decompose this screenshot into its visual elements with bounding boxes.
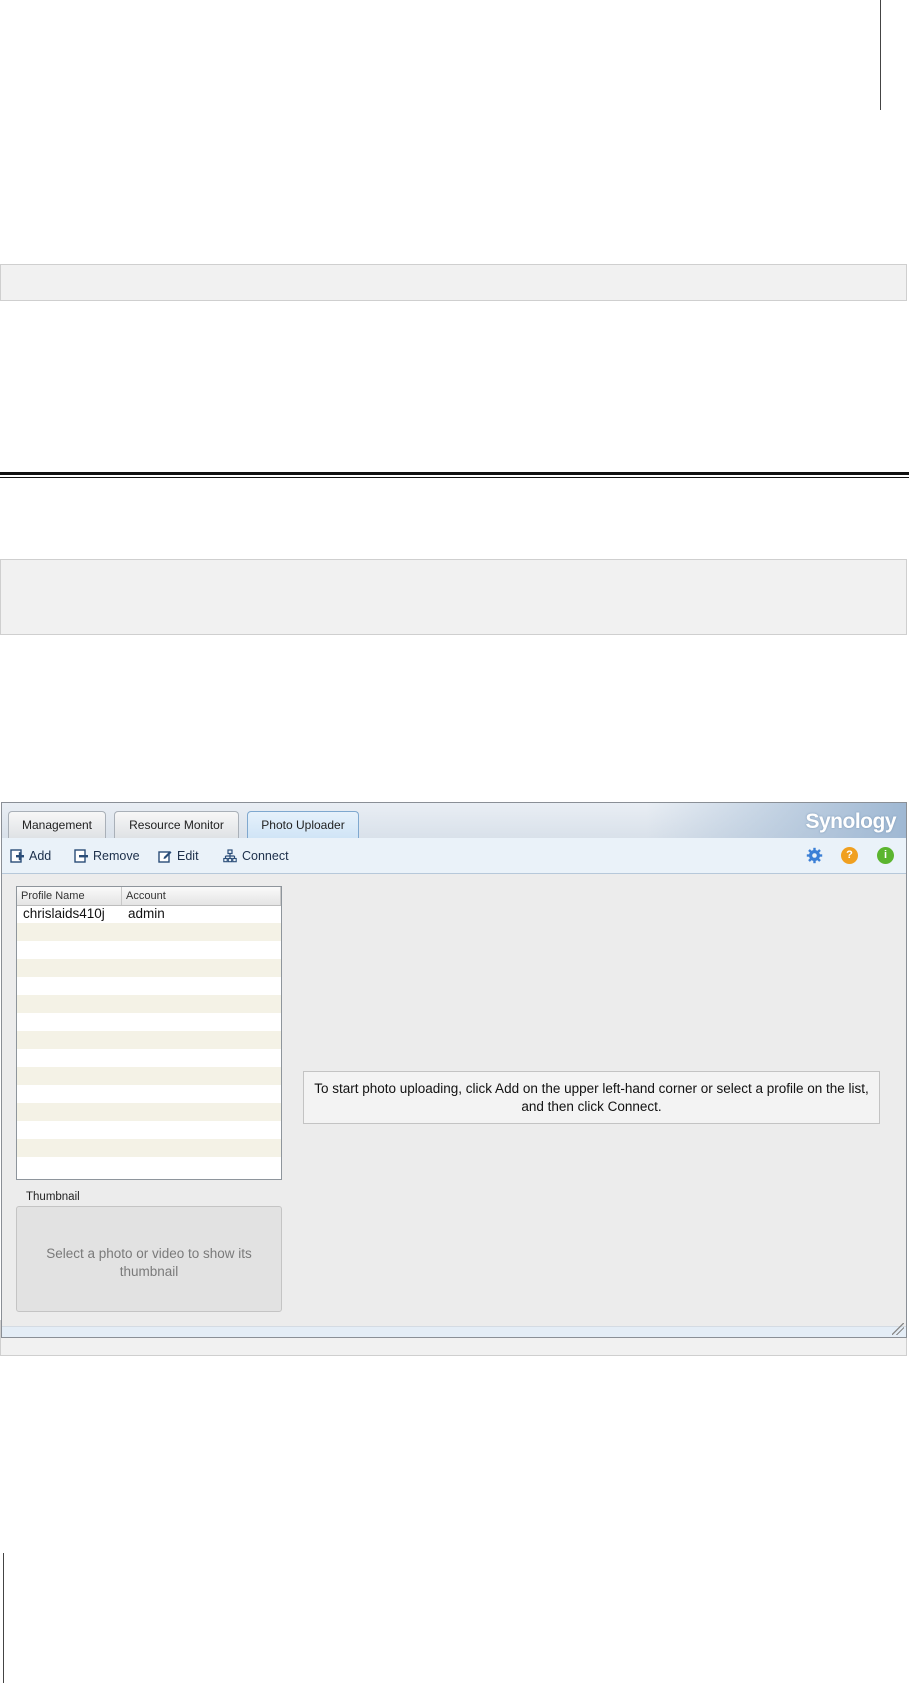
edit-icon <box>158 849 172 863</box>
page-edge-line <box>3 1553 4 1683</box>
add-icon <box>10 849 24 863</box>
table-row <box>17 1049 281 1067</box>
table-row <box>17 1157 281 1175</box>
tab-photo-uploader[interactable]: Photo Uploader <box>247 811 359 839</box>
profile-name-cell: chrislaids410j <box>23 906 105 921</box>
settings-gear-icon[interactable] <box>806 847 823 864</box>
placeholder-box <box>0 264 907 301</box>
page-edge-line <box>880 0 881 110</box>
synology-logo: Synology <box>805 810 896 833</box>
status-bar <box>2 1326 906 1337</box>
table-row <box>17 1031 281 1049</box>
remove-icon <box>74 849 88 863</box>
thumbnail-panel: Select a photo or video to show its thum… <box>16 1206 282 1312</box>
table-row <box>17 995 281 1013</box>
tab-management[interactable]: Management <box>8 811 106 838</box>
profile-list[interactable]: Profile Name Account chrislaids410j admi… <box>16 886 282 1180</box>
remove-label: Remove <box>93 849 140 863</box>
thumbnail-label: Thumbnail <box>26 1191 80 1203</box>
table-row[interactable]: chrislaids410j admin <box>17 905 281 923</box>
table-row <box>17 941 281 959</box>
info-icon[interactable]: i <box>877 847 894 864</box>
help-icon[interactable]: ? <box>841 847 858 864</box>
section-divider <box>0 472 909 475</box>
table-row <box>17 959 281 977</box>
resize-grip-icon[interactable] <box>892 1323 904 1335</box>
table-row <box>17 1085 281 1103</box>
table-row <box>17 977 281 995</box>
list-header: Profile Name Account <box>17 887 281 906</box>
column-account[interactable]: Account <box>122 887 281 905</box>
connect-button[interactable]: Connect <box>223 847 289 865</box>
tab-bar: Management Resource Monitor Photo Upload… <box>2 803 906 839</box>
account-cell: admin <box>128 906 165 921</box>
table-row <box>17 1121 281 1139</box>
edit-label: Edit <box>177 849 199 863</box>
table-row <box>17 1067 281 1085</box>
table-row <box>17 1013 281 1031</box>
table-row <box>17 1103 281 1121</box>
column-profile-name[interactable]: Profile Name <box>17 887 122 905</box>
instruction-message: To start photo uploading, click Add on t… <box>303 1071 880 1124</box>
table-row <box>17 1139 281 1157</box>
network-icon <box>223 849 237 863</box>
add-label: Add <box>29 849 52 863</box>
edit-button[interactable]: Edit <box>158 847 199 865</box>
placeholder-box <box>0 559 907 635</box>
thumbnail-placeholder: Select a photo or video to show its thum… <box>46 1246 252 1279</box>
remove-button[interactable]: Remove <box>74 847 140 865</box>
table-row <box>17 923 281 941</box>
photo-uploader-window: Management Resource Monitor Photo Upload… <box>1 802 907 1338</box>
list-rows: chrislaids410j admin <box>17 905 281 1175</box>
add-button[interactable]: Add <box>10 847 51 865</box>
toolbar: Add Remove Edit Connect ? i <box>2 838 906 874</box>
connect-label: Connect <box>242 849 289 863</box>
tab-resource-monitor[interactable]: Resource Monitor <box>114 811 239 838</box>
section-divider-thin <box>0 477 909 478</box>
